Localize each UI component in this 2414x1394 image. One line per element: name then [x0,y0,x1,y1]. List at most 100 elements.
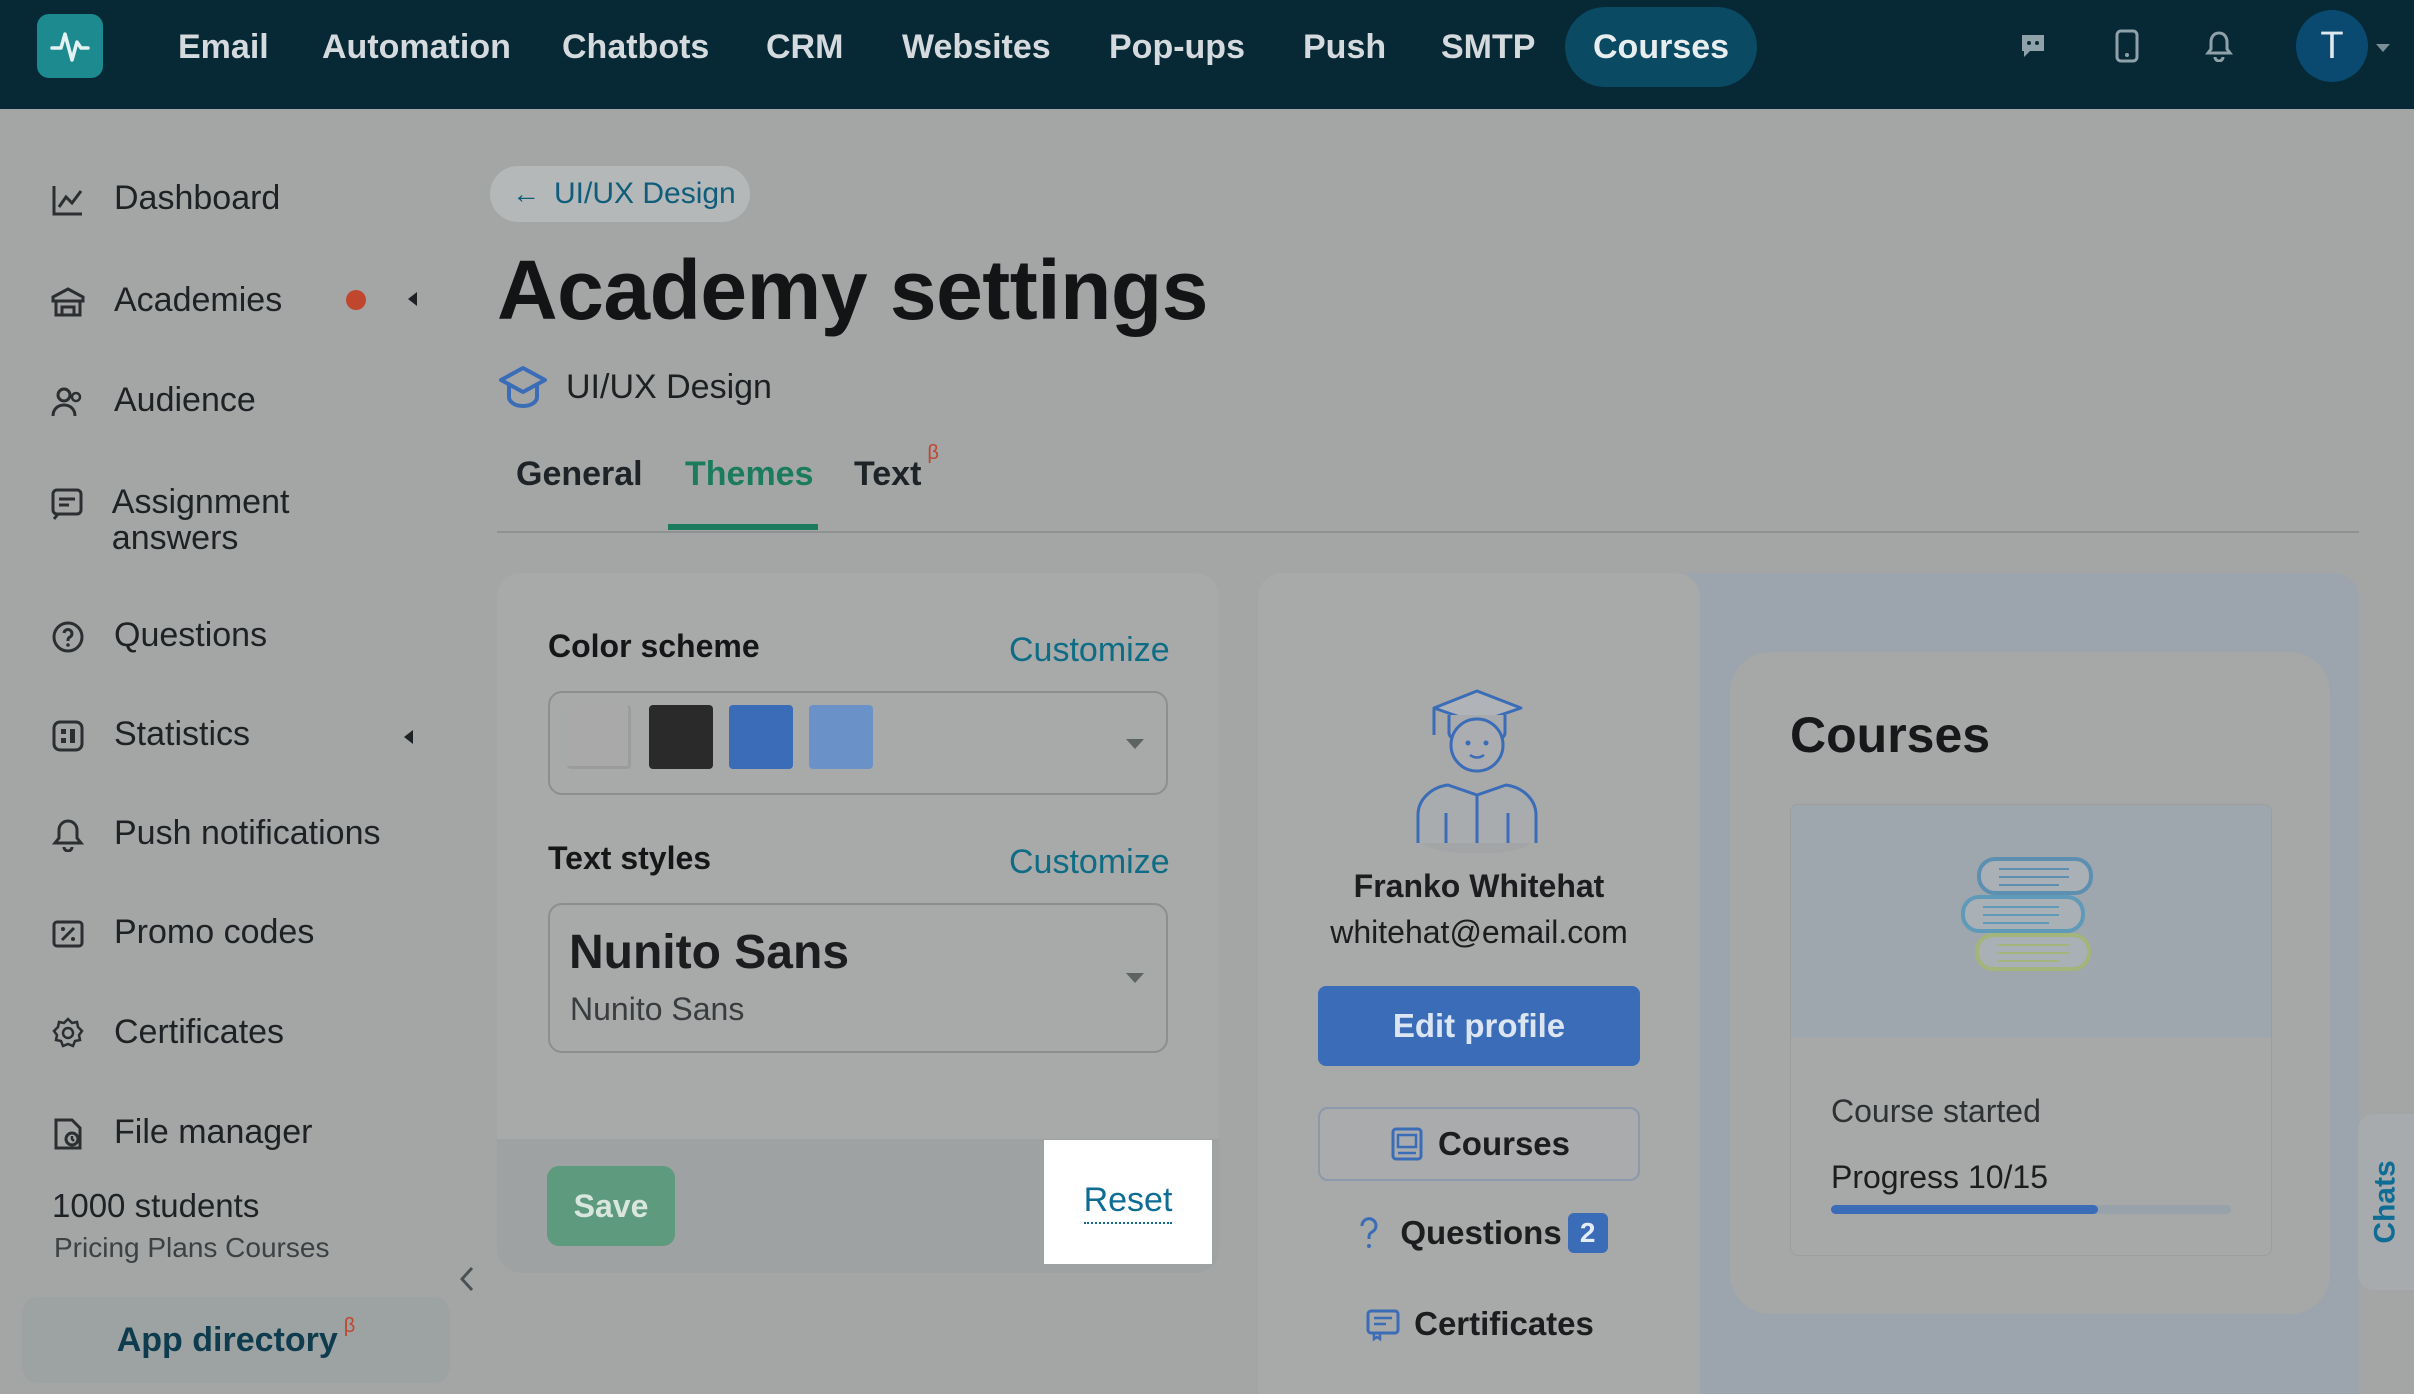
nav-smtp[interactable]: SMTP [1413,7,1563,87]
nav-crm[interactable]: CRM [738,7,871,87]
progress-bar-fill [1831,1205,2098,1214]
page-title: Academy settings [497,243,1208,337]
tabs-divider [497,531,2359,533]
sidebar-item-label: File manager [114,1113,313,1151]
assignment-icon [48,484,86,524]
academy-icon [48,282,88,322]
customize-text-styles-link[interactable]: Customize [1009,843,1170,882]
sidebar-item-label: Dashboard [114,179,281,217]
sidebar-item-audience[interactable]: Audience [48,382,256,422]
nav-courses[interactable]: Courses [1565,7,1758,87]
beta-badge: β [927,441,939,464]
pricing-plan[interactable]: Pricing Plans Courses [54,1232,329,1264]
chevron-down-icon[interactable] [2376,44,2390,52]
nav-websites[interactable]: Websites [874,7,1079,87]
nav-pop-ups[interactable]: Pop-ups [1081,7,1273,87]
tab-text-label: Text [854,455,922,493]
font-subtitle-preview: Nunito Sans [570,991,745,1027]
chevron-down-icon[interactable] [1126,739,1144,749]
beta-badge: β [343,1314,356,1337]
sidebar-item-academies[interactable]: Academies [48,282,282,322]
graduation-cap-icon [498,362,548,412]
app-directory-button[interactable]: App directory β [22,1297,450,1383]
tab-general[interactable]: General [516,455,643,494]
bell-icon[interactable] [2197,24,2241,68]
sidebar-item-promo-codes[interactable]: Promo codes [48,914,314,954]
certificate-icon [48,1014,88,1054]
sidebar-item-label: Questions [114,616,268,654]
save-button[interactable]: Save [547,1166,675,1246]
sidebar-item-assignment-answers[interactable]: Assignment answers [48,484,408,556]
mobile-icon[interactable] [2105,24,2149,68]
user-avatar[interactable]: T [2296,10,2368,82]
caret-left-icon[interactable] [408,292,417,306]
sidebar-item-certificates[interactable]: Certificates [48,1014,284,1054]
text-styles-label: Text styles [548,840,712,876]
color-scheme-label: Color scheme [548,628,760,664]
customize-color-scheme-link[interactable]: Customize [1009,631,1170,670]
student-avatar-icon [1416,689,1538,853]
bell-icon [48,815,88,855]
books-icon [1961,857,2093,971]
profile-menu-courses-label: Courses [1437,1125,1571,1162]
course-card[interactable]: Course started Progress 10/15 [1790,804,2272,1256]
sidebar-item-statistics[interactable]: Statistics [48,716,250,756]
file-icon [48,1114,88,1154]
promo-icon [48,914,88,954]
sidebar-item-label: Assignment answers [111,483,290,557]
profile-menu-certificates[interactable]: Certificates [1318,1287,1640,1361]
color-swatch-light [567,705,631,769]
academy-name-row: UI/UX Design [498,362,772,412]
users-icon [48,382,88,422]
logo-icon[interactable] [37,14,103,78]
chart-line-icon [48,180,88,220]
chats-label: Chats [2369,1160,2403,1244]
question-icon [48,617,88,657]
chevron-down-icon[interactable] [1126,973,1144,983]
sidebar-item-label: Push notifications [114,814,381,852]
tab-text[interactable]: Textβ [854,442,939,494]
courses-preview-title: Courses [1790,707,1991,763]
back-label: UI/UX Design [554,177,736,210]
active-tab-indicator [668,524,818,530]
sidebar-item-label: Statistics [114,715,251,753]
sidebar-item-questions[interactable]: Questions [48,617,267,657]
top-navigation-bar: Email Automation Chatbots CRM Websites P… [0,0,2414,109]
course-status: Course started [1831,1093,2041,1129]
nav-chatbots[interactable]: Chatbots [534,7,737,87]
sidebar-item-file-manager[interactable]: File manager [48,1114,312,1154]
collapse-sidebar-icon[interactable] [456,1264,478,1294]
app-directory-label: App directory [116,1320,338,1359]
students-count: 1000 students [52,1187,260,1224]
chat-icon[interactable] [2011,24,2055,68]
sidebar-item-label: Audience [114,381,256,419]
color-swatch-light-blue [809,705,873,769]
sidebar-item-push-notifications[interactable]: Push notifications [48,815,381,855]
caret-left-icon[interactable] [404,730,413,744]
back-to-academy-button[interactable]: ← UI/UX Design [490,166,750,222]
chats-widget-tab[interactable]: Chats [2358,1114,2414,1290]
profile-email: whitehat@email.com [1330,914,1628,950]
profile-menu-courses[interactable]: Courses [1318,1107,1640,1181]
reset-button[interactable]: Reset [1083,1181,1173,1224]
sidebar-item-dashboard[interactable]: Dashboard [48,180,280,220]
question-mark-icon [1350,1214,1388,1252]
notification-dot [346,290,366,310]
color-swatch-blue [729,705,793,769]
certificate-icon [1364,1305,1402,1343]
nav-automation[interactable]: Automation [294,7,539,87]
nav-push[interactable]: Push [1275,7,1414,87]
courses-icon [1388,1125,1426,1163]
profile-menu-questions[interactable]: Questions 2 [1318,1196,1640,1270]
tab-themes[interactable]: Themes [685,455,814,494]
nav-email[interactable]: Email [150,7,297,87]
profile-menu-certificates-label: Certificates [1414,1305,1594,1342]
arrow-left-icon: ← [512,178,540,209]
profile-name: Franko Whitehat [1353,868,1605,904]
reset-button-area[interactable]: Reset [1044,1140,1212,1264]
course-progress-text: Progress 10/15 [1831,1159,2049,1195]
sidebar-item-label: Promo codes [114,913,315,951]
color-swatch-dark [649,705,713,769]
edit-profile-button[interactable]: Edit profile [1318,986,1640,1066]
progress-bar [1831,1205,2231,1214]
